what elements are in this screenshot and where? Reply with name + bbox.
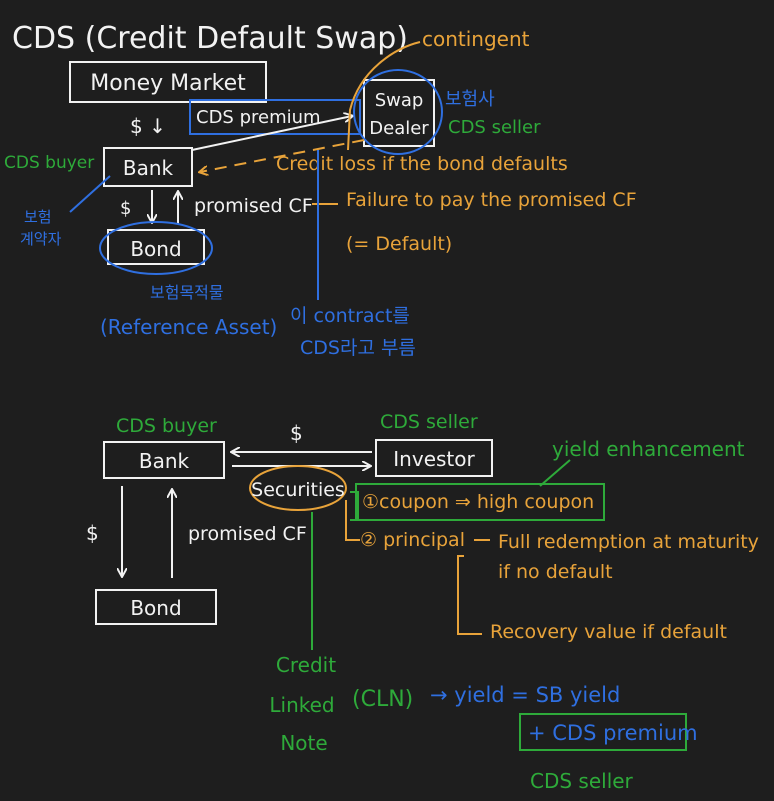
policyholder-pointer [69,175,111,213]
insured-object-kr: 보험목적물 [150,283,224,302]
cds-seller-label: CDS seller [448,117,541,138]
principal-label: ② principal [360,529,465,551]
whiteboard-canvas: CDS (Credit Default Swap) Money Market $… [4,21,759,793]
policyholder-kr-1: 보험 [24,208,52,226]
insurer-kr-label: 보험사 [445,89,495,110]
swap-label: Swap [375,90,424,111]
contract-note-2: CDS라고 부름 [300,337,416,359]
yield-equation: → yield = SB yield [430,683,620,707]
coupon-label: ①coupon ⇒ high coupon [362,491,594,513]
contract-note-1: 이 contract를 [290,305,410,327]
recovery-label: Recovery value if default [490,621,727,643]
yield-enhancement-label: yield enhancement [552,437,745,461]
reference-asset-label: (Reference Asset) [100,315,277,339]
redemption-bracket [457,555,482,635]
investor-label: Investor [393,447,475,471]
failure-label-2: (= Default) [346,233,452,255]
promised-cf-label-2: promised CF [188,523,307,545]
cds-premium-label: CDS premium [196,107,321,128]
full-redemption-2: if no default [498,561,613,583]
cds-buyer-label: CDS buyer [4,153,94,173]
bank-label: Bank [123,156,174,180]
policyholder-kr-2: 계약자 [20,230,62,248]
credit-loss-label: Credit loss if the bond defaults [276,153,568,175]
cln-diagram: CDS buyer $ CDS seller Bank Investor Sec… [86,411,759,793]
dealer-label: Dealer [369,118,429,139]
dollar-left-label: $ [86,521,99,545]
bank-label-2: Bank [139,449,190,473]
full-redemption-1: Full redemption at maturity [498,531,759,553]
cln-abbr: (CLN) [352,687,413,712]
bond-label-2: Bond [130,596,181,620]
bond-label: Bond [130,237,181,261]
cds-diagram: CDS (Credit Default Swap) Money Market $… [4,21,637,359]
diagram-title: CDS (Credit Default Swap) [12,21,408,56]
swap-dealer-circle [353,69,443,155]
dollar-label-2: $ [290,421,303,445]
cln-line-1: Credit [276,653,336,677]
failure-label-1: Failure to pay the promised CF [346,189,637,211]
cln-line-2: Linked [269,693,334,717]
cds-buyer-label-2: CDS buyer [116,415,217,437]
cln-line-3: Note [280,731,327,755]
promised-cf-label: promised CF [194,195,313,217]
contingent-label: contingent [422,27,530,51]
money-market-label: Money Market [90,71,246,96]
dollar-down-label: $ ↓ [130,114,166,138]
cds-seller-label-bottom: CDS seller [530,769,634,793]
cds-seller-label-top: CDS seller [380,411,478,433]
dollar-bond-label: $ [120,198,131,219]
yield-enhancement-pointer [539,459,571,487]
cds-premium-label-2: + CDS premium [528,721,698,745]
securities-label: Securities [251,479,345,501]
